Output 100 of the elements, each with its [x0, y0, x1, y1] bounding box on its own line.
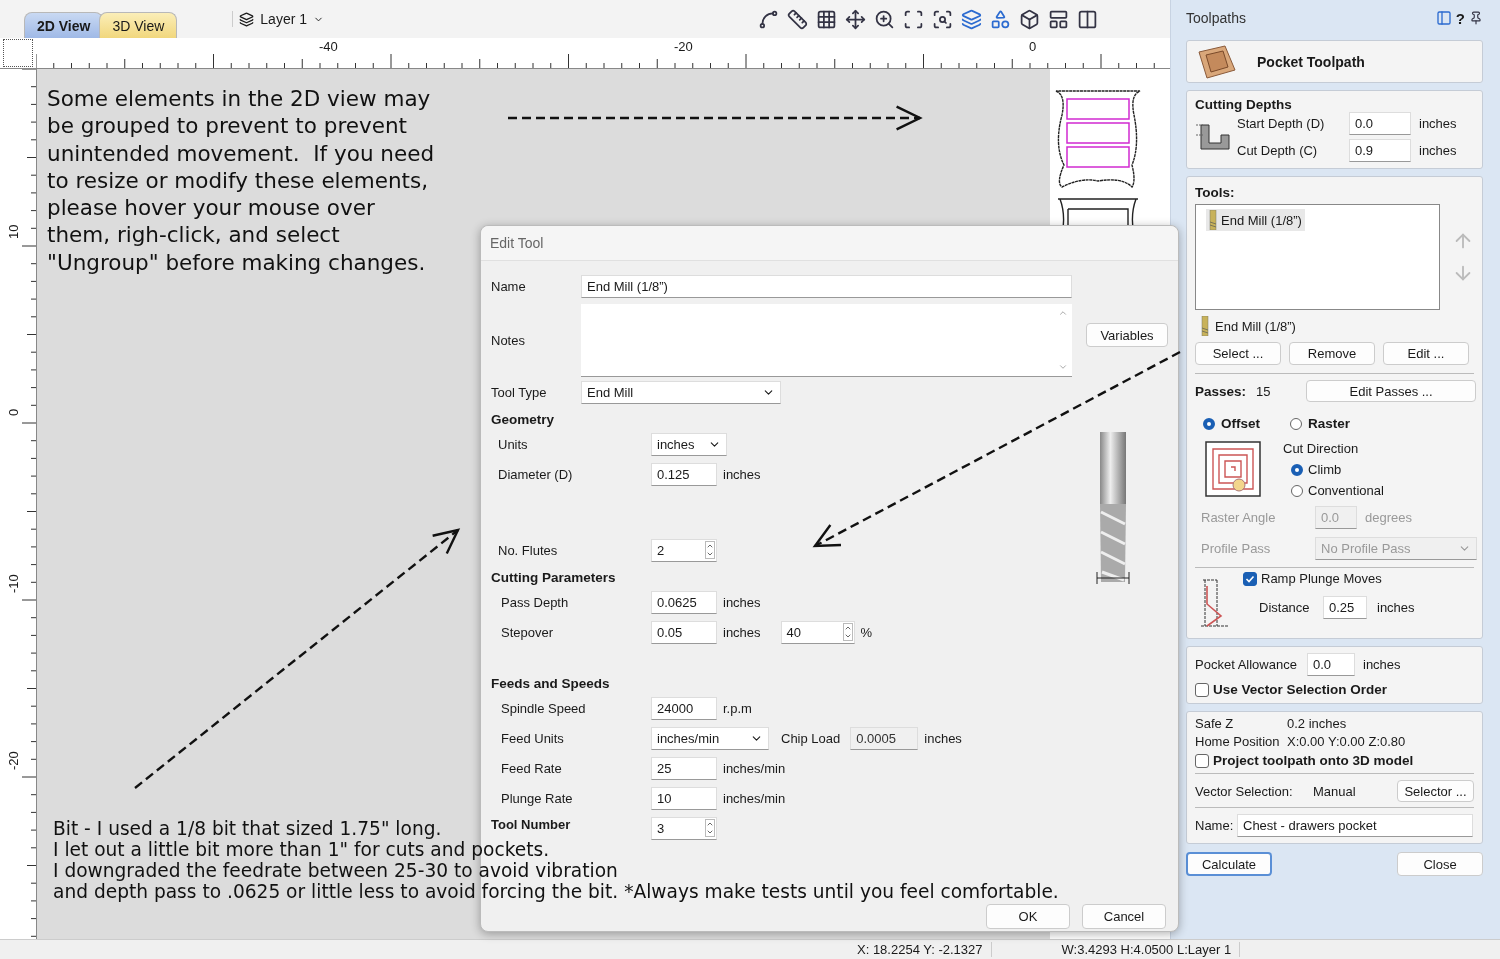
field-label: No. Flutes	[497, 542, 559, 558]
checkbox[interactable]	[1243, 571, 1257, 586]
unit-label: inches	[723, 594, 761, 610]
checkbox[interactable]	[1195, 753, 1209, 768]
ruler-label: -10	[6, 574, 21, 593]
annotation-text: and depth pass to .0625 or little less to avoid forcing the bit. *Always make tests until you feel comfortable.	[53, 881, 1059, 902]
tool-type-dropdown[interactable]: End Mill	[581, 381, 781, 404]
ruler-label: -20	[674, 39, 693, 54]
field-label: Safe Z	[1195, 716, 1235, 731]
measure-icon[interactable]	[787, 8, 808, 30]
zoom-icon[interactable]	[874, 8, 895, 30]
input-field[interactable]: 24000	[651, 696, 717, 720]
field-label: Vector Selection:	[1195, 783, 1294, 799]
field-label: Units	[497, 436, 529, 452]
number-field[interactable]: 2	[651, 538, 717, 562]
columns-icon[interactable]	[1077, 8, 1098, 30]
unit-label: inches	[1377, 600, 1415, 615]
panel-button[interactable]: Calculate	[1186, 852, 1272, 876]
input-field[interactable]: 25	[651, 756, 717, 780]
annotation-text: I let out a little bit more than 1" for cuts and pockets.	[53, 839, 550, 860]
checkbox-label: Use Vector Selection Order	[1213, 682, 1388, 697]
section-heading: Geometry	[491, 410, 556, 428]
field-label: Name:	[1195, 818, 1235, 833]
view-tab[interactable]: 3D View	[99, 12, 178, 38]
number-field[interactable]: 3	[651, 816, 717, 840]
variables-button[interactable]: Variables	[1086, 323, 1168, 347]
tool-button[interactable]: Select ...	[1195, 342, 1281, 365]
edit-passes-button[interactable]: Edit Passes ...	[1306, 380, 1477, 402]
input-field[interactable]: 0.05	[651, 620, 717, 644]
section-heading: Feeds and Speeds	[491, 674, 611, 692]
depth-field[interactable]: 0.0	[1349, 112, 1411, 135]
box-icon[interactable]	[1019, 8, 1040, 30]
strategy-radio[interactable]: Offset	[1203, 416, 1260, 431]
direction-radio[interactable]: Climb	[1283, 462, 1384, 477]
unit-label: %	[860, 624, 873, 640]
field-label: Tool Type	[491, 385, 548, 400]
field-label: Home Position	[1195, 734, 1281, 749]
input-field[interactable]: 10	[651, 786, 717, 810]
selector-button[interactable]: Selector ...	[1397, 780, 1474, 802]
curve-icon[interactable]	[758, 8, 779, 30]
field-label: Cut Direction	[1283, 441, 1360, 456]
field-label: Notes	[491, 332, 526, 348]
annotation-text: Bit - I used a 1/8 bit that sized 1.75" long.	[53, 818, 442, 839]
tool-button[interactable]: Edit ...	[1383, 342, 1469, 365]
units-dropdown[interactable]: inches	[651, 432, 727, 456]
section-heading: Cutting Depths	[1195, 97, 1293, 112]
depth-field[interactable]: 0.9	[1349, 139, 1411, 162]
pin-icon[interactable]	[1469, 11, 1483, 25]
toolpath-heading: Pocket Toolpath	[1257, 53, 1365, 70]
field-label: Feed Units	[500, 730, 565, 746]
distance-field[interactable]: 0.25	[1323, 596, 1367, 619]
panel-button[interactable]: Close	[1397, 852, 1483, 876]
safe-z-value: 0.2 inches	[1287, 716, 1347, 731]
passes-value: 15	[1256, 383, 1272, 399]
number-field[interactable]: 40	[780, 620, 855, 644]
vector-selection-value: Manual	[1313, 783, 1356, 799]
direction-radio[interactable]: Conventional	[1283, 483, 1384, 498]
field-label: Raster Angle	[1201, 510, 1277, 525]
input-field[interactable]: 0.0005	[850, 726, 919, 750]
ruler-corner-icon	[3, 39, 33, 67]
dialog-button[interactable]: Cancel	[1082, 904, 1166, 929]
layers-icon[interactable]	[961, 8, 982, 30]
name-field[interactable]: Chest - drawers pocket	[1237, 814, 1473, 837]
ruler-label: 0	[6, 408, 21, 416]
annotation-text: I downgraded the feedrate between 25-30 to avoid vibration	[53, 860, 618, 881]
layer-dropdown[interactable]: Layer 1	[232, 11, 331, 27]
spinner-icon[interactable]	[705, 541, 715, 559]
feed-units-dropdown[interactable]: inches/min	[651, 726, 769, 750]
zoom-box-icon[interactable]	[903, 8, 924, 30]
unit-label: inches/min	[723, 790, 786, 806]
dialog-title: Edit Tool	[481, 226, 1178, 261]
field-label: Passes:	[1195, 383, 1247, 399]
ruler-label: 0	[1029, 39, 1037, 54]
grid-icon[interactable]	[816, 8, 837, 30]
spinner-icon[interactable]	[705, 819, 715, 837]
checkbox-label: Project toolpath onto 3D model	[1213, 753, 1414, 768]
strategy-radio[interactable]: Raster	[1290, 416, 1351, 431]
help-icon[interactable]: ?	[1455, 9, 1465, 27]
allowance-field[interactable]: 0.0	[1307, 653, 1355, 676]
section-heading: Tools:	[1195, 185, 1236, 200]
offset-pattern-icon	[1205, 441, 1261, 497]
name-field[interactable]: End Mill (1/8”)	[581, 275, 1072, 298]
unit-label: inches	[1363, 657, 1401, 672]
unit-label: r.p.m	[723, 700, 752, 716]
shapes-icon[interactable]	[990, 8, 1011, 30]
spinner-icon[interactable]	[842, 623, 853, 641]
zoom-search-icon[interactable]	[932, 8, 953, 30]
move-icon[interactable]	[845, 8, 866, 30]
checkbox[interactable]	[1195, 682, 1209, 697]
dialog-button[interactable]: OK	[986, 904, 1070, 929]
input-field[interactable]: 0.0625	[651, 590, 717, 614]
cursor-coordinates: X: 18.2254 Y: -2.1327	[857, 942, 992, 957]
input-field[interactable]: 0.125	[651, 462, 717, 486]
section-heading: Cutting Parameters	[491, 568, 617, 586]
field-label: Spindle Speed	[500, 700, 587, 716]
tool-list-item[interactable]: End Mill (1/8”)	[1206, 209, 1305, 231]
tool-button[interactable]: Remove	[1289, 342, 1375, 365]
ruler-label: -20	[6, 751, 21, 770]
field-label: Profile Pass	[1201, 541, 1272, 556]
panel-icon[interactable]	[1048, 8, 1069, 30]
